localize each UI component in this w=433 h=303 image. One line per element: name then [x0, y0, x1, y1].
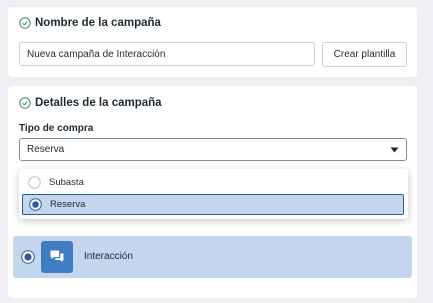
chat-bubbles-icon	[50, 250, 64, 263]
chat-icon-tile	[41, 241, 73, 273]
radio-selected-icon	[29, 198, 42, 211]
caret-down-icon	[390, 147, 399, 152]
campaign-name-header: Nombre de la campaña	[19, 17, 161, 29]
radio-selected-icon[interactable]	[21, 250, 35, 264]
objective-label: Interacción	[84, 251, 133, 262]
dropdown-option-subasta[interactable]: Subasta	[22, 172, 404, 193]
buy-type-select[interactable]: Reserva	[19, 138, 407, 161]
buy-type-selected-value: Reserva	[27, 144, 65, 155]
campaign-name-card: Nombre de la campaña Crear plantilla	[8, 7, 417, 77]
check-circle-icon	[19, 97, 31, 109]
check-circle-icon	[19, 17, 31, 29]
dropdown-option-reserva[interactable]: Reserva	[22, 194, 404, 215]
campaign-details-header: Detalles de la campaña	[19, 97, 162, 109]
buy-type-dropdown: Subasta Reserva	[19, 169, 408, 219]
campaign-name-title: Nombre de la campaña	[35, 17, 161, 29]
buy-type-label: Tipo de compra	[19, 123, 94, 134]
objective-option-interaction[interactable]: Interacción	[13, 236, 412, 278]
create-template-button[interactable]: Crear plantilla	[322, 42, 407, 67]
radio-empty-icon	[28, 176, 41, 189]
option-label: Reserva	[50, 199, 86, 210]
campaign-name-input[interactable]	[19, 42, 315, 66]
campaign-details-title: Detalles de la campaña	[35, 97, 162, 109]
option-label: Subasta	[49, 177, 84, 188]
